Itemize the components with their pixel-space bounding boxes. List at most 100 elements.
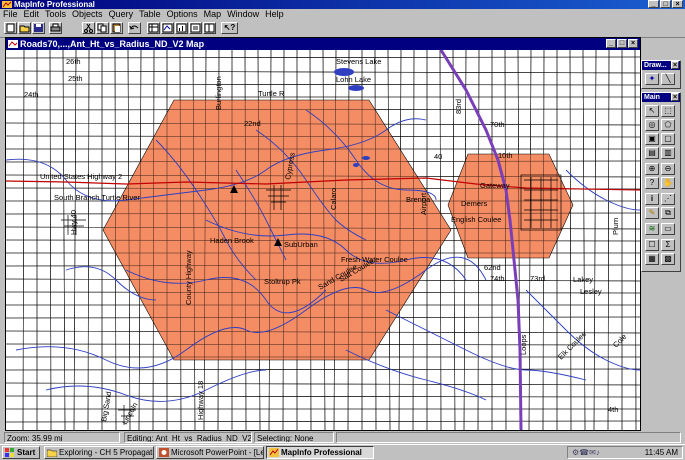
- change-view-button[interactable]: ?: [645, 177, 659, 189]
- polygon-select-icon: ⬠: [664, 120, 672, 129]
- maximize-button[interactable]: □: [660, 0, 671, 8]
- hotlink-tool-button[interactable]: ⋰: [661, 193, 675, 205]
- layer-control-button[interactable]: ≋: [645, 223, 659, 235]
- help-button[interactable]: ↖?: [221, 22, 238, 34]
- section-road: [607, 50, 610, 430]
- map-maximize-button[interactable]: □: [617, 39, 627, 48]
- status-editing[interactable]: Editing: Ant_Ht_vs_Radius_ND_V2: [124, 432, 252, 443]
- menu-file[interactable]: File: [0, 9, 21, 20]
- symbol-tool-button[interactable]: ✦: [645, 73, 659, 85]
- new-document-icon: [6, 23, 15, 33]
- folder-open-icon: [19, 25, 30, 33]
- paste-button[interactable]: [110, 22, 123, 34]
- menu-query[interactable]: Query: [106, 9, 137, 20]
- set-target-district-button[interactable]: ▦: [645, 253, 659, 265]
- status-selecting[interactable]: Selecting: None: [254, 432, 334, 443]
- lohn-lake: [348, 85, 364, 91]
- new-table-button[interactable]: [4, 22, 17, 34]
- draw-palette-title-bar[interactable]: Draw... ×: [642, 61, 680, 70]
- polygon-select-button[interactable]: ⬠: [661, 119, 675, 131]
- task-powerpoint[interactable]: Microsoft PowerPoint - [Le...: [156, 446, 264, 459]
- menu-objects[interactable]: Objects: [69, 9, 106, 20]
- unselect-icon: ▢: [664, 134, 672, 143]
- task-mapinfo-label: MapInfo Professional: [281, 448, 362, 457]
- section-road: [593, 50, 597, 430]
- map-canvas[interactable]: United States Highway 2 South Branch Tur…: [6, 50, 640, 430]
- main-palette-title-bar[interactable]: Main ×: [642, 93, 680, 102]
- map-label-25th: 25th: [68, 74, 83, 83]
- coverage-hexagon-large[interactable]: [102, 99, 452, 361]
- clock[interactable]: 11:45 AM: [645, 448, 678, 457]
- map-label-us-highway-2: United States Highway 2: [40, 172, 122, 181]
- windows-logo-icon: [5, 448, 14, 457]
- browser-icon: [148, 23, 159, 33]
- map-window-title-bar[interactable]: Roads70,...,Ant_Ht_vs_Radius_ND_V2 Map _…: [6, 38, 640, 50]
- new-redistrict-button[interactable]: [203, 22, 216, 34]
- close-button[interactable]: ×: [672, 0, 683, 8]
- map-label-83rd: 83rd: [454, 99, 463, 114]
- map-label-hwy-40: Hwy 40: [69, 210, 78, 235]
- main-palette-close-button[interactable]: ×: [671, 93, 679, 101]
- menu-table[interactable]: Table: [136, 9, 164, 20]
- graph-select-button[interactable]: ▤: [645, 147, 659, 159]
- printer-icon: [50, 23, 61, 32]
- print-button[interactable]: [49, 22, 62, 34]
- new-browser-button[interactable]: [147, 22, 160, 34]
- label-tool-button[interactable]: ✎: [645, 207, 659, 219]
- map-minimize-button[interactable]: _: [606, 39, 616, 48]
- menu-tools[interactable]: Tools: [42, 9, 69, 20]
- map-label-suburban: SubUrban: [284, 240, 318, 249]
- ruler-tool-button[interactable]: ▭: [661, 223, 675, 235]
- map-label-haden-brook: Haden Brook: [210, 236, 254, 245]
- new-layout-button[interactable]: [189, 22, 202, 34]
- menu-map[interactable]: Map: [201, 9, 225, 20]
- folder-icon: [47, 449, 57, 457]
- assign-district-button[interactable]: ▩: [661, 253, 675, 265]
- layer-stack-icon: ≋: [648, 224, 656, 233]
- map-label-airport: Airport: [419, 192, 428, 215]
- select-tool-button[interactable]: ↖: [645, 105, 659, 117]
- scissors-icon: [84, 23, 93, 33]
- grabber-button[interactable]: ✋: [661, 177, 675, 189]
- start-button[interactable]: Start: [2, 446, 40, 459]
- map-label-lincoln: Lincoln: [120, 401, 140, 426]
- show-legend-button[interactable]: ☐: [645, 239, 659, 251]
- unselect-all-button[interactable]: ▢: [661, 133, 675, 145]
- boundary-select-button[interactable]: ▣: [645, 133, 659, 145]
- undo-button[interactable]: [128, 22, 141, 34]
- show-statistics-button[interactable]: Σ: [661, 239, 675, 251]
- menu-window[interactable]: Window: [224, 9, 262, 20]
- tray-icons[interactable]: ⚙☎✉♪: [572, 447, 600, 458]
- hotlink-icon: ⋰: [664, 194, 672, 203]
- copy-button[interactable]: [96, 22, 109, 34]
- task-exploring-label: Exploring - CH 5 Propagation: [59, 448, 154, 457]
- powerpoint-icon: [159, 448, 169, 457]
- task-mapinfo[interactable]: MapInfo Professional: [266, 446, 374, 459]
- new-mapper-button[interactable]: [161, 22, 174, 34]
- map-svg[interactable]: United States Highway 2 South Branch Tur…: [6, 50, 640, 430]
- menu-options[interactable]: Options: [164, 9, 201, 20]
- main-palette: Main × ↖ ⬚ ◎ ⬠ ▣ ▢ ▤ ▥ ⊕ ⊖ ? ✋ i ⋰ ✎ ⧉ ≋ …: [641, 92, 681, 272]
- minimize-button[interactable]: _: [648, 0, 659, 8]
- layout-icon: [190, 23, 201, 33]
- menu-help[interactable]: Help: [262, 9, 287, 20]
- marquee-select-button[interactable]: ⬚: [661, 105, 675, 117]
- menu-edit[interactable]: Edit: [21, 9, 43, 20]
- invert-selection-button[interactable]: ▥: [661, 147, 675, 159]
- radius-select-button[interactable]: ◎: [645, 119, 659, 131]
- cut-button[interactable]: [82, 22, 95, 34]
- save-button[interactable]: [32, 22, 45, 34]
- draw-palette-title: Draw...: [644, 62, 667, 69]
- zoom-in-button[interactable]: ⊕: [645, 163, 659, 175]
- drag-map-window-button[interactable]: ⧉: [661, 207, 675, 219]
- task-exploring[interactable]: Exploring - CH 5 Propagation: [44, 446, 154, 459]
- new-grapher-button[interactable]: [175, 22, 188, 34]
- map-close-button[interactable]: ×: [628, 39, 638, 48]
- map-label-burlington: Burlington: [214, 76, 223, 110]
- line-tool-button[interactable]: ╲: [661, 73, 675, 85]
- open-table-button[interactable]: [18, 22, 31, 34]
- info-tool-button[interactable]: i: [645, 193, 659, 205]
- status-zoom[interactable]: Zoom: 35.99 mi: [4, 432, 120, 443]
- zoom-out-button[interactable]: ⊖: [661, 163, 675, 175]
- draw-palette-close-button[interactable]: ×: [671, 61, 679, 69]
